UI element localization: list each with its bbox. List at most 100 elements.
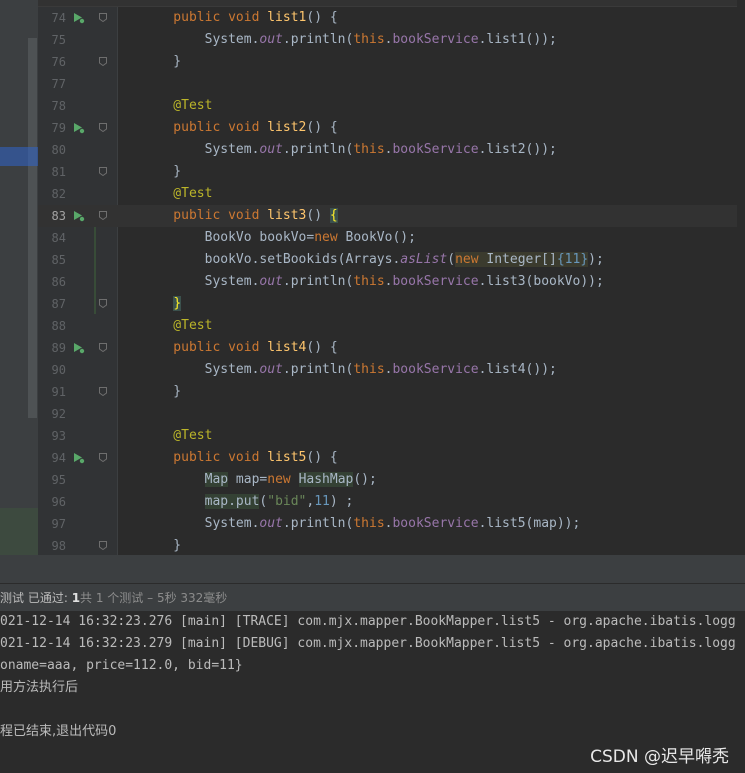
project-tree-highlight (0, 508, 38, 555)
fold-marker-icon[interactable] (99, 167, 107, 176)
code-token: out (259, 32, 283, 47)
code-text: public void list5() { (142, 447, 338, 469)
code-token: .list3(bookVo)); (478, 274, 604, 289)
code-line[interactable]: 95 Map map=new HashMap(); (38, 469, 745, 491)
code-token: .println( (282, 274, 354, 289)
code-text: @Test (142, 95, 212, 117)
code-token: bookService (392, 142, 479, 157)
code-token: } (142, 384, 182, 399)
code-token: list2 (267, 120, 307, 135)
project-tree-selected-row[interactable] (0, 147, 38, 166)
code-token: .list2()); (478, 142, 557, 157)
code-token: bookService (392, 516, 479, 531)
code-text: bookVo.setBookids(Arrays.asList(new Inte… (142, 249, 604, 271)
code-token: } (142, 538, 182, 553)
code-token: BookVo bookVo= (142, 230, 315, 245)
code-token: 11 (314, 494, 330, 509)
code-text: System.out.println(this.bookService.list… (142, 359, 557, 381)
code-text: } (142, 535, 181, 557)
run-test-icon[interactable] (73, 342, 85, 354)
code-text: } (142, 293, 182, 315)
code-line[interactable]: 97 System.out.println(this.bookService.l… (38, 513, 745, 535)
code-token: asList (400, 252, 448, 267)
line-number: 75 (51, 33, 66, 47)
code-token: BookVo(); (345, 230, 416, 245)
line-number: 81 (51, 165, 66, 179)
fold-marker-icon[interactable] (99, 123, 107, 132)
code-editor[interactable]: 74 public void list1() {75 System.out.pr… (38, 0, 745, 555)
project-panel-scrollbar[interactable] (28, 38, 37, 418)
code-token: .println( (282, 362, 354, 377)
code-line[interactable]: 96 map.put("bid",11) ; (38, 491, 745, 513)
code-token: list4 (267, 340, 307, 355)
console-line: 程已结束,退出代码0 (0, 724, 117, 739)
fold-marker-icon[interactable] (99, 299, 107, 308)
line-number: 74 (51, 11, 66, 25)
test-summary: 共 1 个测试 – 5秒 332毫秒 (80, 591, 228, 605)
code-token: @Test (142, 98, 213, 113)
line-number: 95 (51, 473, 66, 487)
line-number: 82 (51, 187, 66, 201)
line-number: 79 (51, 121, 66, 135)
fold-marker-icon[interactable] (99, 343, 107, 352)
code-line[interactable]: 75 System.out.println(this.bookService.l… (38, 29, 745, 51)
code-line[interactable]: 89 public void list4() { (38, 337, 745, 359)
code-text: public void list1() { (142, 7, 337, 29)
code-token: } (173, 296, 182, 311)
console-line: oname=aaa, price=112.0, bid=11} (0, 658, 243, 673)
code-line[interactable]: 87 } (38, 293, 745, 315)
editor-scrollbar[interactable] (737, 0, 745, 555)
code-text: @Test (142, 315, 212, 337)
fold-marker-icon[interactable] (99, 211, 107, 220)
code-token: public void (142, 208, 268, 223)
code-text: BookVo bookVo=new BookVo(); (142, 227, 416, 249)
run-console[interactable]: 021-12-14 16:32:23.276 [main] [TRACE] co… (0, 611, 745, 773)
code-line[interactable]: 79 public void list2() { (38, 117, 745, 139)
code-line[interactable]: 83 public void list3() { (38, 205, 745, 227)
code-line[interactable]: 74 public void list1() { (38, 7, 745, 29)
code-line[interactable]: 98 } (38, 535, 745, 557)
code-token: () { (306, 340, 338, 355)
line-number: 93 (51, 429, 66, 443)
code-line[interactable]: 76 } (38, 51, 745, 73)
code-line[interactable]: 80 System.out.println(this.bookService.l… (38, 139, 745, 161)
code-line[interactable]: 78 @Test (38, 95, 745, 117)
code-token: this (353, 274, 385, 289)
run-test-icon[interactable] (73, 12, 85, 24)
code-token: { (329, 208, 338, 223)
run-test-icon[interactable] (73, 122, 85, 134)
fold-marker-icon[interactable] (99, 453, 107, 462)
code-token: public void (142, 450, 268, 465)
fold-marker-icon[interactable] (99, 541, 107, 550)
code-line[interactable]: 77 (38, 73, 745, 95)
line-number: 77 (51, 77, 66, 91)
code-token: bookVo.setBookids(Arrays. (142, 252, 401, 267)
code-token: () { (306, 450, 338, 465)
fold-marker-icon[interactable] (99, 13, 107, 22)
code-line[interactable]: 88 @Test (38, 315, 745, 337)
line-number: 97 (51, 517, 66, 531)
code-line[interactable]: 82 @Test (38, 183, 745, 205)
code-token: this (353, 362, 385, 377)
code-token: this (353, 142, 385, 157)
code-token: Integer[] (486, 252, 557, 267)
code-line[interactable]: 84 BookVo bookVo=new BookVo(); (38, 227, 745, 249)
fold-marker-icon[interactable] (99, 387, 107, 396)
code-line[interactable]: 86 System.out.println(this.bookService.l… (38, 271, 745, 293)
fold-marker-icon[interactable] (99, 57, 107, 66)
code-line[interactable]: 92 (38, 403, 745, 425)
run-test-icon[interactable] (73, 452, 85, 464)
code-text: map.put("bid",11) ; (142, 491, 353, 513)
code-line[interactable]: 90 System.out.println(this.bookService.l… (38, 359, 745, 381)
code-token: System. (142, 142, 260, 157)
code-line[interactable]: 94 public void list5() { (38, 447, 745, 469)
code-line[interactable]: 91 } (38, 381, 745, 403)
test-passed-count: 1 (71, 591, 81, 605)
code-line[interactable]: 81 } (38, 161, 745, 183)
code-line[interactable]: 85 bookVo.setBookids(Arrays.asList(new I… (38, 249, 745, 271)
code-line[interactable]: 93 @Test (38, 425, 745, 447)
panel-divider[interactable] (0, 555, 745, 583)
line-number: 84 (51, 231, 66, 245)
run-test-icon[interactable] (73, 210, 85, 222)
